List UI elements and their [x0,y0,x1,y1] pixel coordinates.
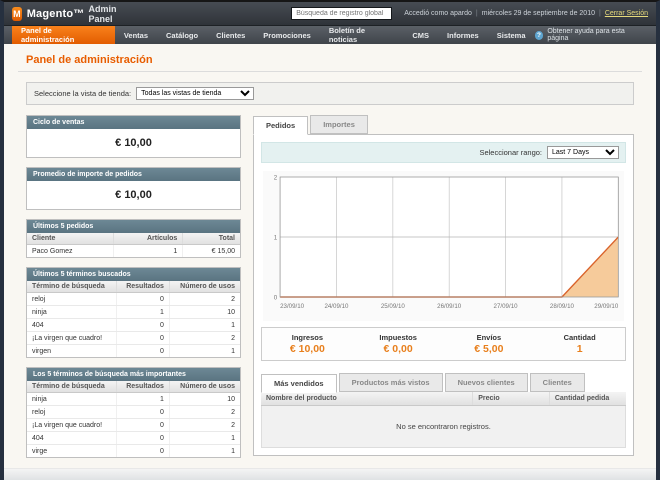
total-shipping: Envíos € 5,00 [474,333,504,355]
chart-tabs: Pedidos Importes [253,115,634,135]
svg-text:1: 1 [274,234,278,241]
table-row[interactable]: ninja 1 10 [27,305,240,319]
lifetime-sales-card: Ciclo de ventas € 10,00 [26,115,241,158]
average-orders-value: € 10,00 [115,189,152,201]
logged-in-as: Accedió como apardo [404,10,472,17]
total-quantity: Cantidad 1 [563,333,596,355]
tab-most-viewed[interactable]: Productos más vistos [338,373,443,392]
logo-suffix: Admin Panel [88,3,117,24]
nav-item-reports[interactable]: Informes [438,26,488,44]
nav-item-dashboard[interactable]: Panel de administración [12,26,115,44]
page-title: Panel de administración [18,52,642,72]
nav-item-promotions[interactable]: Promociones [254,26,320,44]
logo-text: Magento™ [26,7,85,20]
range-select[interactable]: Last 7 Days [547,146,619,159]
table-row[interactable]: reloj 0 2 [27,292,240,306]
table-row[interactable]: virgen 0 1 [27,344,240,357]
logout-link[interactable]: Cerrar Sesión [605,10,648,17]
table-row[interactable]: virge 0 1 [27,444,240,457]
last-orders-card: Últimos 5 pedidos Cliente Artículos Tota… [26,219,241,258]
content-area: Panel de administración Seleccione la vi… [4,44,656,468]
nav-item-catalog[interactable]: Catálogo [157,26,207,44]
total-revenue: Ingresos € 10,00 [289,333,325,355]
app-window: M Magento™ Admin Panel Accedió como apar… [0,0,660,480]
card-title: Promedio de importe de pedidos [27,168,240,181]
table-row[interactable]: ¡La virgen que cuadro! 0 2 [27,331,240,345]
column-header: Artículos [113,233,184,245]
header-bar: M Magento™ Admin Panel Accedió como apar… [4,2,656,26]
column-header: Resultados [116,381,170,393]
separator: | [475,10,478,17]
store-view-select[interactable]: Todas las vistas de tienda [136,87,255,100]
svg-text:26/09/10: 26/09/10 [437,303,461,310]
lifetime-sales-value: € 10,00 [115,137,152,149]
average-orders-card: Promedio de importe de pedidos € 10,00 [26,167,241,210]
sidebar-stats: Ciclo de ventas € 10,00 Promedio de impo… [26,115,241,467]
table-row[interactable]: reloj 0 2 [27,405,240,419]
separator: | [598,10,601,17]
tab-new-customers[interactable]: Nuevos clientes [444,373,528,392]
nav-item-sales[interactable]: Ventas [115,26,157,44]
table-row[interactable]: 404 0 1 [27,318,240,332]
nav-item-customers[interactable]: Clientes [207,26,254,44]
help-icon[interactable]: ? [534,30,544,40]
window-chrome-bottom [4,468,656,480]
column-header: Nombre del producto [261,392,474,406]
card-title: Los 5 términos de búsqueda más important… [27,368,240,381]
svg-text:24/09/10: 24/09/10 [324,303,348,310]
column-header: Término de búsqueda [27,381,118,393]
magento-logo-icon: M [12,6,22,21]
tab-orders[interactable]: Pedidos [253,116,309,135]
svg-text:2: 2 [274,174,278,181]
range-label: Seleccionar rango: [479,148,542,157]
column-header: Número de usos [169,281,240,293]
total-tax: Impuestos € 0,00 [379,333,417,355]
card-title: Últimos 5 términos buscados [27,268,240,281]
column-header: Resultados [116,281,170,293]
column-header: Término de búsqueda [27,281,118,293]
svg-text:0: 0 [274,294,278,301]
column-header: Cliente [27,233,114,245]
svg-text:28/09/10: 28/09/10 [550,303,574,310]
svg-text:29/09/10: 29/09/10 [594,303,618,310]
column-header: Número de usos [169,381,240,393]
column-header: Total [182,233,240,245]
totals-bar: Ingresos € 10,00 Impuestos € 0,00 Envíos… [261,327,626,361]
help-area[interactable]: ? Obtener ayuda para esta página [534,26,656,44]
column-header: Cantidad pedida [549,392,626,406]
svg-text:27/09/10: 27/09/10 [494,303,518,310]
global-search-input[interactable] [291,7,393,20]
table-row[interactable]: Paco Gomez 1 € 15,00 [27,244,240,257]
tab-customers[interactable]: Clientes [529,373,585,392]
column-header: Precio [472,392,550,406]
orders-panel: Seleccionar rango: Last 7 Days 23/09/10 2… [253,134,634,456]
table-row[interactable]: ¡La virgen que cuadro! 0 2 [27,418,240,432]
table-row[interactable]: 404 0 1 [27,431,240,445]
card-title: Ciclo de ventas [27,116,240,129]
bestsellers-grid: Nombre del producto Precio Cantidad pedi… [261,392,626,406]
grid-tabs: Más vendidos Productos más vistos Nuevos… [261,373,626,393]
top-search-terms-card: Los 5 términos de búsqueda más important… [26,367,241,458]
dashboard-panel: Pedidos Importes Seleccionar rango: Last… [253,115,634,467]
svg-text:25/09/10: 25/09/10 [381,303,405,310]
nav-item-cms[interactable]: CMS [403,26,438,44]
tab-bestsellers[interactable]: Más vendidos [261,374,337,393]
orders-chart: 23/09/10 24/09/10 25/09/10 26/09/10 27/09/10… [274,174,619,310]
tab-amounts[interactable]: Importes [310,115,368,134]
svg-text:23/09/10: 23/09/10 [280,303,304,310]
card-title: Últimos 5 pedidos [27,220,240,233]
help-label: Obtener ayuda para esta página [547,28,625,42]
main-nav: Panel de administración Ventas Catálogo … [4,26,656,44]
current-date: miércoles 29 de septiembre de 2010 [481,10,595,17]
range-bar: Seleccionar rango: Last 7 Days [261,142,626,163]
nav-item-newsletter[interactable]: Boletín de noticias [320,26,404,44]
user-info: Accedió como apardo | miércoles 29 de se… [404,10,648,17]
orders-chart-box: 23/09/10 24/09/10 25/09/10 26/09/10 27/09/10… [263,171,624,321]
empty-grid-message: No se encontraron registros. [261,406,626,448]
last-search-terms-card: Últimos 5 términos buscados Término de b… [26,267,241,358]
table-row[interactable]: ninja 1 10 [27,392,240,406]
store-view-bar: Seleccione la vista de tienda: Todas las… [26,82,634,105]
store-view-label: Seleccione la vista de tienda: [34,89,132,98]
nav-item-system[interactable]: Sistema [488,26,535,44]
